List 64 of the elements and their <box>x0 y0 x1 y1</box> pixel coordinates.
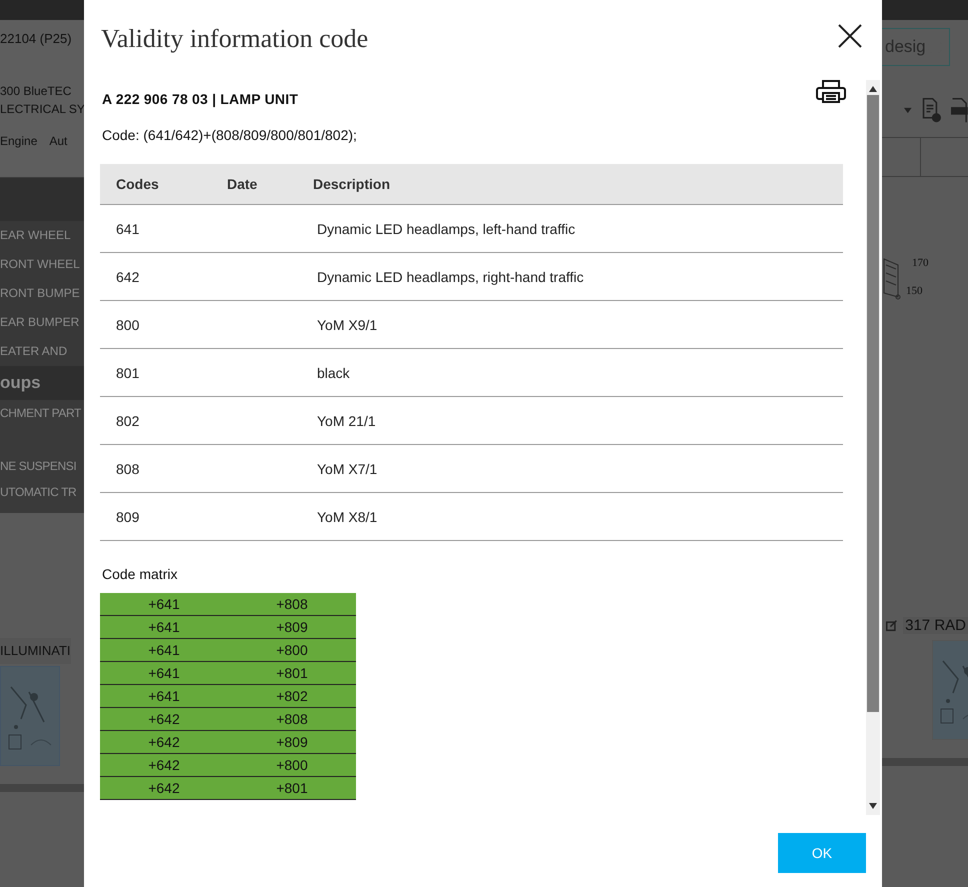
part-number-title: A 222 906 78 03 | LAMP UNIT <box>102 90 298 109</box>
group-list-item[interactable]: EAR WHEEL <box>0 221 71 250</box>
matrix-cell-text: +801 <box>275 779 309 798</box>
matrix-cell-text: +641 <box>147 595 181 614</box>
group-list-item[interactable]: NE SUSPENSI <box>0 453 76 479</box>
matrix-cell-text: +641 <box>147 664 181 683</box>
scrollbar-thumb[interactable] <box>867 95 879 712</box>
column-header: Date <box>227 164 313 204</box>
tab[interactable]: Engine <box>0 134 38 148</box>
matrix-cell-text: +641 <box>147 618 181 637</box>
tile-title: 317 RAD <box>903 617 968 634</box>
description-cell: Dynamic LED headlamps, right-hand traffic <box>313 252 843 300</box>
caret-icon <box>904 106 912 114</box>
matrix-cell-text: +809 <box>275 618 309 637</box>
tile-title: ILLUMINATI <box>0 638 71 664</box>
dialog-title: Validity information code <box>101 24 368 54</box>
code-cell: 802 <box>100 396 227 444</box>
code-cell: 809 <box>100 492 227 540</box>
group-list-item[interactable]: CHMENT PART <box>0 400 81 426</box>
code-cell: 808 <box>100 444 227 492</box>
matrix-cell-text: +641 <box>147 641 181 660</box>
close-icon[interactable] <box>838 24 862 48</box>
matrix-cell-text: +808 <box>275 595 309 614</box>
code-cell: 800 <box>100 300 227 348</box>
description-cell: YoM 21/1 <box>313 396 843 444</box>
matrix-cell-text: +800 <box>275 641 309 660</box>
matrix-cell-text: +808 <box>275 710 309 729</box>
code-cell: 642 <box>100 252 227 300</box>
description-cell: Dynamic LED headlamps, left-hand traffic <box>313 204 843 252</box>
group-list-item[interactable]: RONT BUMPE <box>0 279 80 308</box>
section-label: Code matrix <box>102 565 178 584</box>
matrix-cell-text: +801 <box>275 664 309 683</box>
matrix-cell-text: +642 <box>147 779 181 798</box>
group-list-item[interactable]: EATER AND <box>0 337 68 366</box>
matrix-cell-text: +642 <box>147 733 181 752</box>
description-cell: YoM X8/1 <box>313 492 843 540</box>
vehicle-info-text: 300 BlueTEC <box>0 84 72 98</box>
tab[interactable]: Aut <box>49 134 68 148</box>
callout-number: 150 <box>906 285 922 297</box>
section-heading: oups <box>0 366 84 400</box>
page-header-text: 22104 (P25) <box>0 31 72 46</box>
code-cell: 641 <box>100 204 227 252</box>
ok-button[interactable]: OK <box>778 833 866 873</box>
callout-number: 170 <box>912 257 928 269</box>
matrix-cell-text: +809 <box>275 733 309 752</box>
group-list-item[interactable]: UTOMATIC TR <box>0 479 76 505</box>
scroll-up-icon[interactable] <box>869 86 877 92</box>
scroll-down-icon[interactable] <box>869 803 877 809</box>
matrix-cell-text: +642 <box>147 710 181 729</box>
matrix-cell-text: +802 <box>275 687 309 706</box>
matrix-cell-text: +641 <box>147 687 181 706</box>
matrix-cell-text: +642 <box>147 756 181 775</box>
column-header: Description <box>313 164 843 204</box>
group-list-item[interactable]: EAR BUMPER <box>0 308 80 337</box>
matrix-cell-text: +800 <box>275 756 309 775</box>
description-cell: black <box>313 348 843 396</box>
code-expression: Code: (641/642)+(808/809/800/801/802); <box>102 126 358 145</box>
description-cell: YoM X9/1 <box>313 300 843 348</box>
part-drawing <box>882 257 902 301</box>
description-cell: YoM X7/1 <box>313 444 843 492</box>
code-cell: 801 <box>100 348 227 396</box>
column-header: Codes <box>100 164 227 204</box>
print-icon[interactable] <box>816 80 846 103</box>
group-list-item[interactable]: RONT WHEEL <box>0 250 80 279</box>
